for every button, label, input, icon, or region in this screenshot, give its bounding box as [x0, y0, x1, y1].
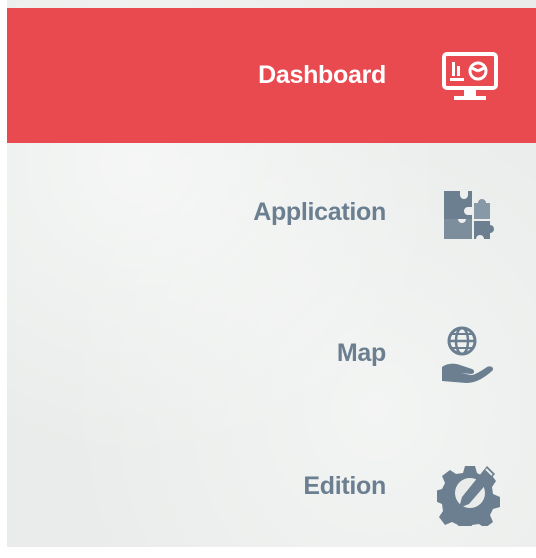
globe-hand-icon	[434, 319, 506, 391]
nav-item-application[interactable]: Application	[7, 150, 536, 280]
side-navigation: Dashboard Application Map Edition	[7, 0, 536, 547]
dashboard-monitor-icon	[434, 40, 506, 112]
nav-item-label: Application	[253, 197, 386, 226]
nav-item-label: Dashboard	[258, 61, 386, 89]
nav-item-label: Map	[336, 338, 386, 367]
gear-pencil-icon	[434, 457, 506, 529]
nav-item-label: Edition	[303, 471, 386, 500]
puzzle-icon	[434, 179, 506, 251]
nav-item-dashboard[interactable]: Dashboard	[7, 8, 536, 143]
nav-item-edition[interactable]: Edition	[7, 428, 536, 558]
nav-item-map[interactable]: Map	[7, 290, 536, 420]
